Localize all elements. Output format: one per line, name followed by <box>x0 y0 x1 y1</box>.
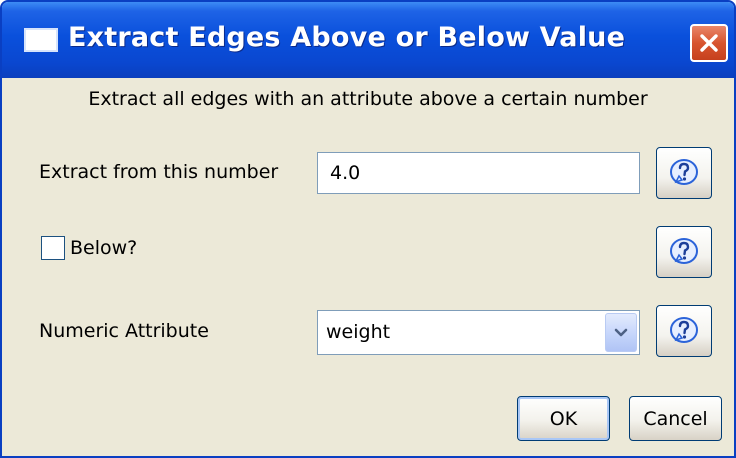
window-icon <box>24 28 58 52</box>
chevron-down-icon <box>614 328 628 336</box>
attribute-label: Numeric Attribute <box>39 320 209 342</box>
help-question-icon <box>670 238 698 264</box>
attribute-select[interactable]: weight <box>317 310 640 355</box>
dialog-window: Extract Edges Above or Below Value Extra… <box>0 0 736 458</box>
cancel-button[interactable]: Cancel <box>629 396 722 441</box>
dialog-description: Extract all edges with an attribute abov… <box>88 88 648 110</box>
below-checkbox[interactable] <box>41 236 65 260</box>
below-label[interactable]: Below? <box>70 237 137 259</box>
number-label: Extract from this number <box>39 161 279 183</box>
close-button[interactable] <box>690 24 728 62</box>
dropdown-arrow-button[interactable] <box>605 313 637 352</box>
window-title: Extract Edges Above or Below Value <box>68 22 626 53</box>
help-question-icon <box>670 159 698 185</box>
close-x-icon <box>700 34 718 52</box>
number-input[interactable] <box>317 152 640 194</box>
help-question-icon <box>670 317 698 343</box>
help-button-below[interactable] <box>656 226 712 278</box>
attribute-select-value: weight <box>326 321 391 343</box>
help-button-attribute[interactable] <box>656 305 712 357</box>
ok-button[interactable]: OK <box>517 396 610 441</box>
title-bar[interactable]: Extract Edges Above or Below Value <box>2 2 734 78</box>
help-button-number[interactable] <box>656 147 712 199</box>
